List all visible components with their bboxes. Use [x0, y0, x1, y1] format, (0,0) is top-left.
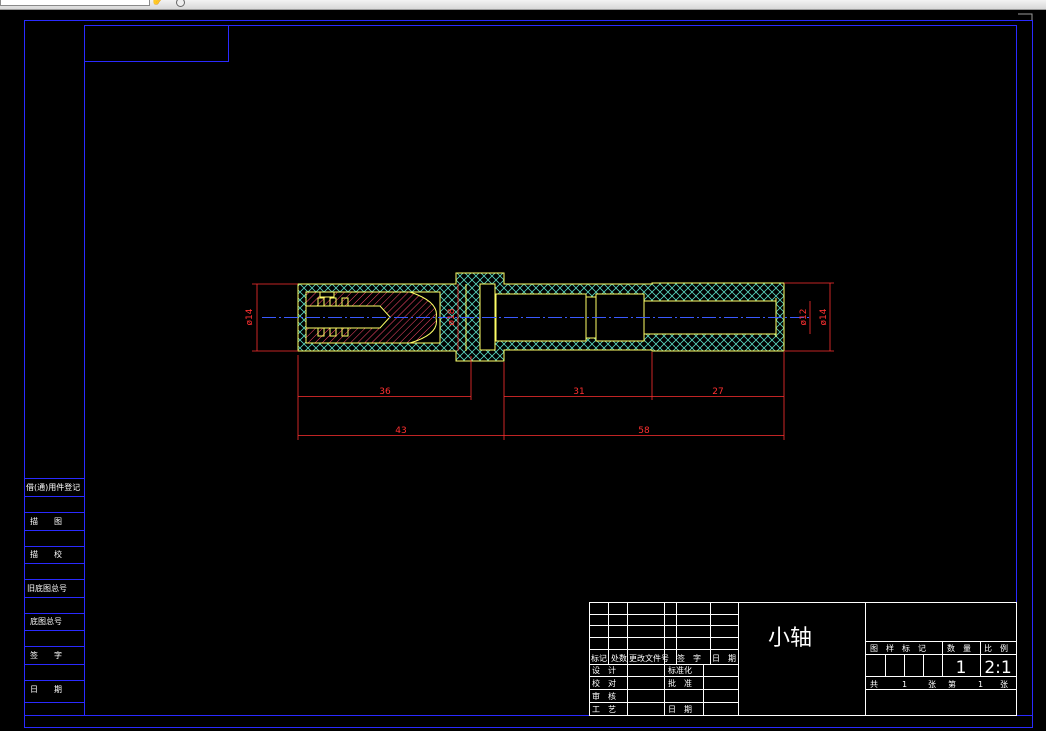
dim-len-31: 31: [573, 387, 584, 397]
dim-len-58: 58: [638, 426, 650, 436]
sheet-no-label: 第: [948, 679, 956, 689]
role-design: 设 计: [592, 665, 616, 675]
role-date: 日 期: [668, 705, 692, 714]
side-table: 借(通)用件登记 描 图 描 校 旧底图总号 底图总号 签 字 日 期: [24, 478, 85, 703]
side-row-1: 借(通)用件登记: [26, 482, 80, 492]
part-name: 小轴: [768, 626, 812, 651]
drawing-canvas: 借(通)用件登记 描 图 描 校 旧底图总号 底图总号 签 字 日 期 ø14 …: [24, 13, 1033, 728]
quantity-value: 1: [956, 658, 967, 678]
dim-len-43: 43: [395, 426, 406, 436]
role-standardize: 标准化: [668, 665, 692, 675]
dim-dia-right-outer: ø14: [819, 308, 829, 325]
rev-header-sign: 签 字: [677, 653, 701, 663]
shaft-drawing: [262, 272, 812, 362]
title-block: 标记 处数 更改文件号 签 字 日 期 设 计 校 对 审 核 工 艺 标准化 …: [589, 602, 1017, 716]
sheets-unit: 张: [928, 680, 936, 689]
sheet-no-suffix: 张: [1000, 680, 1008, 689]
scale-value: 2:1: [984, 658, 1011, 678]
side-row-7: 日 期: [30, 685, 62, 694]
role-check: 校 对: [592, 678, 616, 688]
side-row-5: 底图总号: [30, 616, 62, 626]
sheets-total-label: 共: [870, 680, 878, 689]
side-row-4: 旧底图总号: [27, 583, 67, 593]
dim-dia-left: ø14: [245, 308, 255, 325]
side-row-2: 描 图: [30, 516, 62, 526]
sheet-no: 1: [978, 680, 983, 689]
dim-len-36: 36: [379, 387, 391, 397]
header-quantity: 数 量: [947, 643, 971, 653]
rev-header-mark: 标记: [591, 653, 607, 663]
header-stage-mark: 图 样 标 记: [870, 643, 926, 653]
header-scale: 比 例: [984, 643, 1008, 653]
dim-dia-mid: ø18: [447, 308, 457, 325]
role-approve: 批 准: [668, 678, 692, 688]
dim-len-27: 27: [712, 387, 723, 397]
rev-header-date: 日 期: [712, 654, 736, 663]
role-review: 审 核: [592, 691, 616, 701]
rev-header-count: 处数: [611, 653, 627, 663]
role-process: 工 艺: [592, 705, 616, 714]
sheet-border: [24, 13, 1033, 728]
dim-dia-right-inner: ø12: [799, 309, 809, 326]
side-row-6: 签 字: [30, 650, 62, 660]
rev-header-doc: 更改文件号: [629, 653, 669, 663]
sheets-total: 1: [902, 680, 907, 689]
side-row-3: 描 校: [30, 549, 62, 559]
